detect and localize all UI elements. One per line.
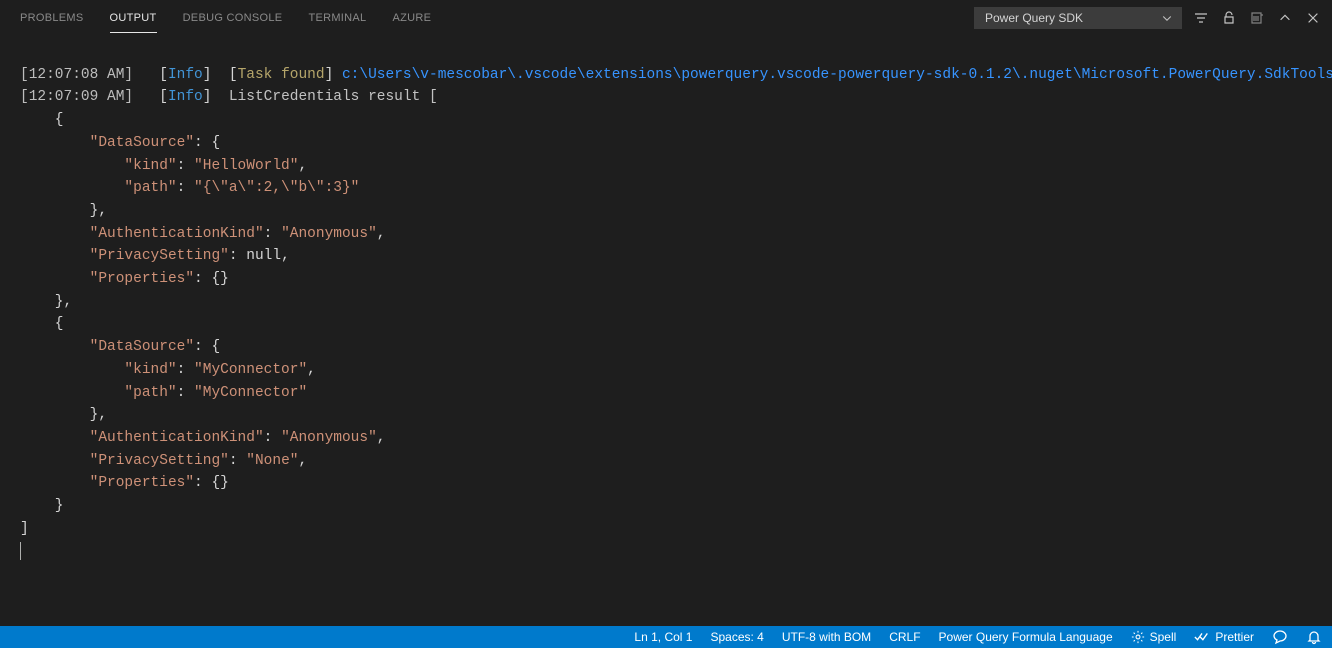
double-check-icon (1194, 630, 1210, 644)
panel-tabs: PROBLEMS OUTPUT DEBUG CONSOLE TERMINAL A… (20, 2, 431, 33)
json-value: "MyConnector" (194, 385, 307, 401)
status-feedback-icon[interactable] (1272, 629, 1288, 645)
chevron-down-icon (1161, 12, 1173, 24)
status-prettier-label: Prettier (1215, 630, 1254, 644)
json-key: "PrivacySetting" (90, 248, 229, 264)
lock-icon[interactable] (1220, 9, 1238, 27)
status-spell[interactable]: Spell (1131, 630, 1177, 644)
tab-problems[interactable]: PROBLEMS (20, 2, 84, 33)
json-value: "None" (246, 453, 298, 469)
log-task: Task found (238, 67, 325, 83)
clear-output-icon[interactable] (1248, 9, 1266, 27)
status-position[interactable]: Ln 1, Col 1 (634, 630, 692, 644)
status-prettier[interactable]: Prettier (1194, 630, 1254, 644)
log-timestamp: [12:07:08 AM] (20, 67, 133, 83)
json-key: "DataSource" (90, 135, 194, 151)
json-key: "DataSource" (90, 339, 194, 355)
json-key: "Properties" (90, 271, 194, 287)
json-key: "Properties" (90, 475, 194, 491)
filter-icon[interactable] (1192, 9, 1210, 27)
json-value: "HelloWorld" (194, 158, 298, 174)
tab-azure[interactable]: AZURE (392, 2, 431, 33)
log-level: Info (168, 67, 203, 83)
status-language[interactable]: Power Query Formula Language (939, 630, 1113, 644)
close-panel-icon[interactable] (1304, 9, 1322, 27)
status-eol[interactable]: CRLF (889, 630, 920, 644)
output-channel-label: Power Query SDK (985, 11, 1083, 25)
log-text: ListCredentials result [ (211, 89, 437, 105)
output-content[interactable]: [12:07:08 AM] [Info] [Task found] c:\Use… (0, 35, 1332, 563)
log-level: Info (168, 89, 203, 105)
gear-icon (1131, 630, 1145, 644)
statusbar: Ln 1, Col 1 Spaces: 4 UTF-8 with BOM CRL… (0, 626, 1332, 648)
json-value: "Anonymous" (281, 430, 377, 446)
panel-header: PROBLEMS OUTPUT DEBUG CONSOLE TERMINAL A… (0, 0, 1332, 35)
output-channel-select[interactable]: Power Query SDK (974, 7, 1182, 29)
json-key: "kind" (124, 362, 176, 378)
log-path: c:\Users\v-mescobar\.vscode\extensions\p… (342, 67, 1332, 83)
json-value: null (246, 248, 281, 264)
tab-terminal[interactable]: TERMINAL (308, 2, 366, 33)
log-timestamp: [12:07:09 AM] (20, 89, 133, 105)
json-key: "path" (124, 385, 176, 401)
tab-debug-console[interactable]: DEBUG CONSOLE (183, 2, 283, 33)
json-key: "kind" (124, 158, 176, 174)
status-bell-icon[interactable] (1306, 629, 1322, 645)
tab-output[interactable]: OUTPUT (110, 2, 157, 33)
text-cursor (20, 542, 21, 560)
json-value: "Anonymous" (281, 226, 377, 242)
json-key: "path" (124, 180, 176, 196)
status-encoding[interactable]: UTF-8 with BOM (782, 630, 871, 644)
status-indent[interactable]: Spaces: 4 (710, 630, 763, 644)
json-value: "MyConnector" (194, 362, 307, 378)
panel-actions (1192, 9, 1322, 27)
status-spell-label: Spell (1150, 630, 1177, 644)
json-key: "PrivacySetting" (90, 453, 229, 469)
json-key: "AuthenticationKind" (90, 430, 264, 446)
json-value: "{\"a\":2,\"b\":3}" (194, 180, 359, 196)
chevron-up-icon[interactable] (1276, 9, 1294, 27)
json-key: "AuthenticationKind" (90, 226, 264, 242)
